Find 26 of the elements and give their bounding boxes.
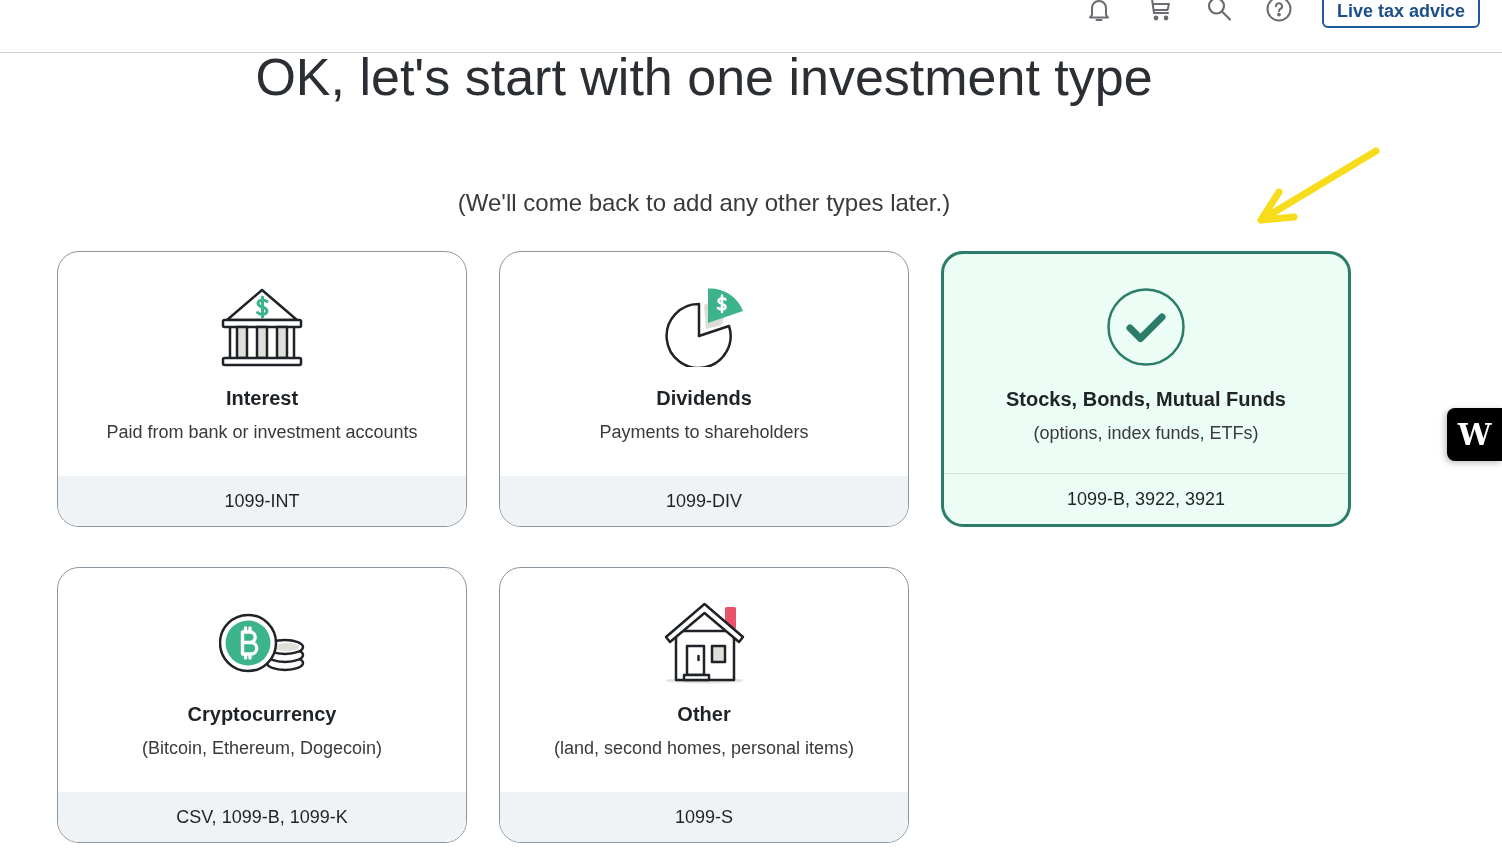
card-title: Interest <box>225 386 299 411</box>
card-description: (land, second homes, personal items) <box>553 737 855 760</box>
investment-type-card[interactable]: Dividends Payments to shareholders 1099-DIV <box>499 251 909 527</box>
card-title: Other <box>677 702 731 727</box>
card-title: Dividends <box>656 386 752 411</box>
tax-form-numbers: 1099-S <box>674 806 733 829</box>
card-description: Paid from bank or investment accounts <box>106 421 418 444</box>
investment-type-card[interactable]: Interest Paid from bank or investment accounts 1099-INT <box>57 251 467 527</box>
investment-type-card[interactable]: Other (land, second homes, personal items) 1099-S <box>499 567 909 843</box>
live-tax-advice-button[interactable]: Live tax advice <box>1321 0 1480 28</box>
bank-icon <box>221 286 303 367</box>
page-subtitle: (We'll come back to add any other types later.) <box>456 188 952 218</box>
card-title: Cryptocurrency <box>187 702 337 727</box>
help-icon[interactable] <box>1265 0 1292 22</box>
bitcoin-coins-icon <box>219 611 305 674</box>
tax-form-numbers: CSV, 1099-B, 1099-K <box>176 806 348 829</box>
investment-type-card[interactable]: Cryptocurrency (Bitcoin, Ethereum, Dogecoin) CSV, 1099-B, 1099-K <box>57 567 467 843</box>
tax-form-numbers: 1099-DIV <box>665 490 742 513</box>
house-icon <box>663 601 745 684</box>
floating-widget-button[interactable]: W <box>1447 408 1502 461</box>
card-description: (Bitcoin, Ethereum, Dogecoin) <box>141 737 383 760</box>
pie-chart-icon <box>664 286 744 367</box>
card-description: Payments to shareholders <box>599 421 809 444</box>
check-circle-icon <box>1107 288 1185 366</box>
search-icon[interactable] <box>1205 0 1232 22</box>
tax-form-numbers: 1099-INT <box>224 490 300 513</box>
